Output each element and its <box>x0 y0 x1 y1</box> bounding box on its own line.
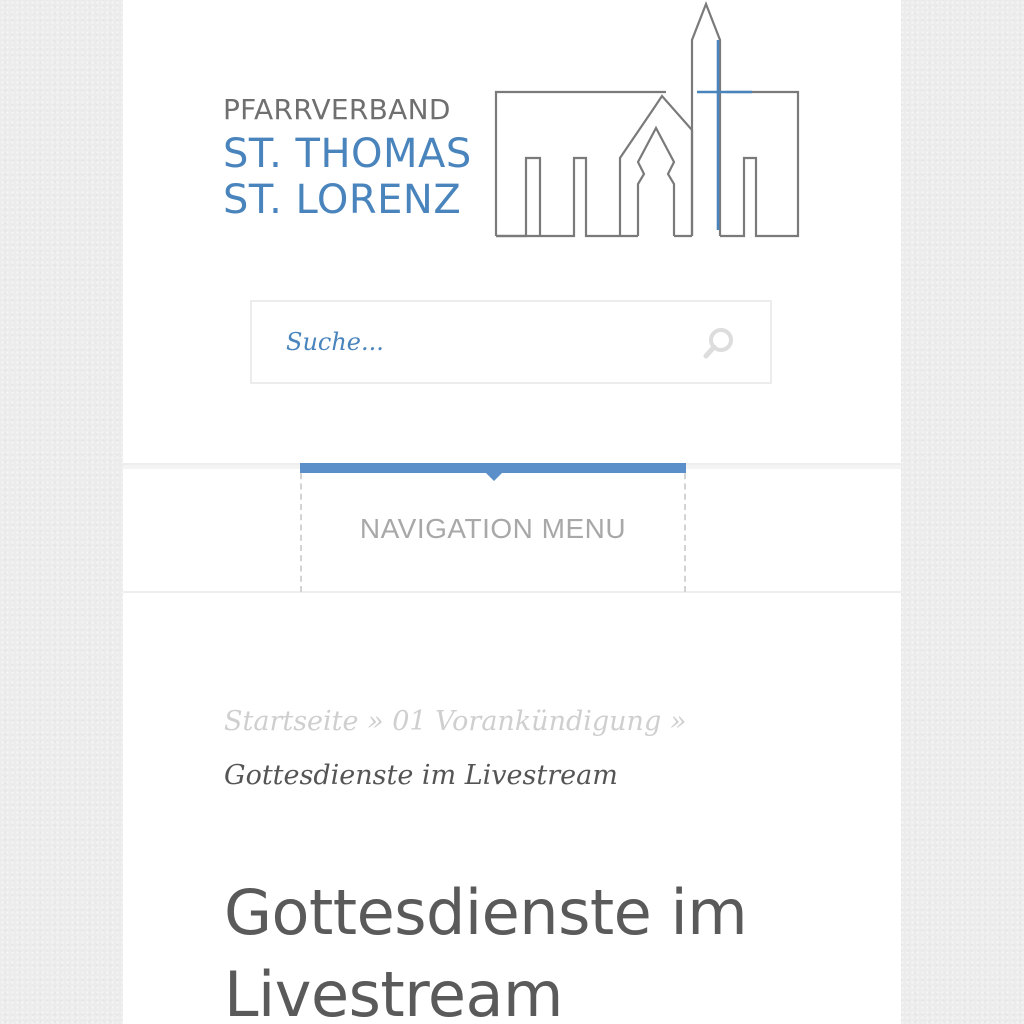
church-icon <box>494 0 800 238</box>
search-input[interactable] <box>252 302 692 382</box>
page-title: Gottesdienste im Livestream <box>224 876 748 1024</box>
logo-text: PFARRVERBAND ST. THOMAS ST. LORENZ <box>223 93 472 223</box>
nav-indicator-arrow-icon <box>486 473 502 481</box>
breadcrumb-current: Gottesdienste im Livestream <box>224 760 618 791</box>
search-form <box>250 300 772 384</box>
breadcrumb-link-startseite[interactable]: Startseite <box>224 706 359 737</box>
search-button[interactable] <box>702 326 736 360</box>
site-logo[interactable]: PFARRVERBAND ST. THOMAS ST. LORENZ <box>223 0 803 245</box>
breadcrumb: Startseite » 01 Vorankündigung » Gottesd… <box>224 695 824 803</box>
page-container: PFARRVERBAND ST. THOMAS ST. LORENZ Suche… <box>123 0 901 1024</box>
logo-line-st-lorenz: ST. LORENZ <box>223 177 462 223</box>
logo-line-pfarrverband: PFARRVERBAND <box>223 93 451 126</box>
breadcrumb-link-vorankuendigung[interactable]: 01 Vorankündigung <box>392 706 661 737</box>
navigation-menu-toggle[interactable]: NAVIGATION MENU <box>300 463 686 592</box>
nav-active-indicator <box>300 463 686 473</box>
logo-line-st-thomas: ST. THOMAS <box>223 131 472 177</box>
breadcrumb-separator: » <box>669 706 687 737</box>
breadcrumb-separator: » <box>367 706 384 737</box>
navigation-menu-label: NAVIGATION MENU <box>359 513 627 544</box>
search-icon <box>703 328 733 359</box>
